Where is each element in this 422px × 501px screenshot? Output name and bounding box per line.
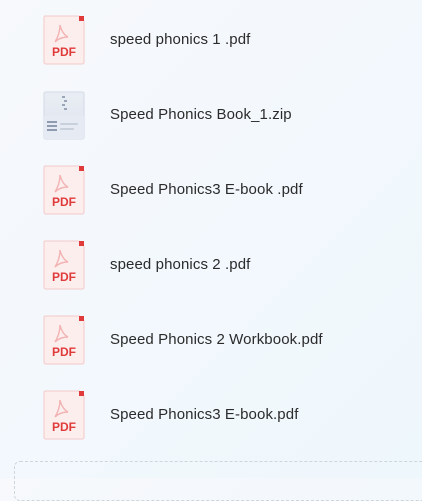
file-name: Speed Phonics 2 Workbook.pdf: [110, 331, 323, 348]
pdf-badge: PDF: [52, 345, 76, 359]
pdf-file-icon: PDF: [43, 390, 85, 440]
file-item-speed-phonics-1-pdf[interactable]: PDF speed phonics 1 .pdf: [0, 2, 422, 77]
pdf-file-icon: PDF: [43, 240, 85, 290]
file-item-speed-phonics3-e-book-pdf[interactable]: PDF Speed Phonics3 E-book .pdf: [0, 152, 422, 227]
file-name: speed phonics 1 .pdf: [110, 31, 251, 48]
file-item-speed-phonics-2-pdf[interactable]: PDF speed phonics 2 .pdf: [0, 227, 422, 302]
file-name: speed phonics 2 .pdf: [110, 256, 251, 273]
zip-archive-icon: [43, 91, 85, 140]
file-item-speed-phonics-2-workbook-pdf[interactable]: PDF Speed Phonics 2 Workbook.pdf: [0, 302, 422, 377]
pdf-badge: PDF: [52, 195, 76, 209]
pdf-badge: PDF: [52, 45, 76, 59]
file-item-speed-phonics3-e-book-pdf-2[interactable]: PDF Speed Phonics3 E-book.pdf: [0, 377, 422, 452]
file-item-speed-phonics-book-1-zip[interactable]: Speed Phonics Book_1.zip: [0, 77, 422, 152]
file-name: Speed Phonics3 E-book .pdf: [110, 181, 303, 198]
pdf-file-icon: PDF: [43, 165, 85, 215]
pdf-file-icon: PDF: [43, 15, 85, 65]
file-name: Speed Phonics3 E-book.pdf: [110, 406, 299, 423]
pdf-badge: PDF: [52, 420, 76, 434]
upload-dropzone[interactable]: [14, 461, 422, 501]
file-name: Speed Phonics Book_1.zip: [110, 106, 292, 123]
pdf-file-icon: PDF: [43, 315, 85, 365]
pdf-badge: PDF: [52, 270, 76, 284]
